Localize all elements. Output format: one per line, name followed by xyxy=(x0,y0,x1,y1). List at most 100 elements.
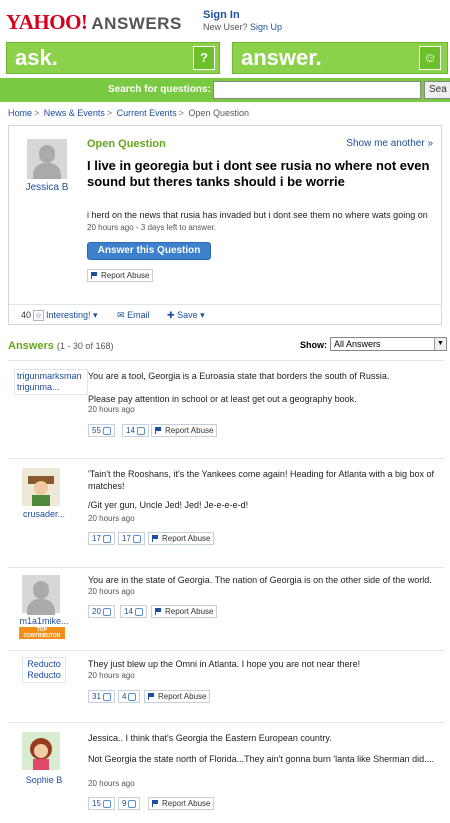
answer-time: 20 hours ago xyxy=(88,514,135,523)
user-avatar[interactable] xyxy=(22,732,60,770)
flag-icon xyxy=(155,608,162,615)
user-avatar[interactable] xyxy=(22,575,60,615)
answer-text: 'Tain't the Rooshans, it's the Yankees c… xyxy=(88,469,435,491)
question-toolbar: 40 ☆ Interesting! ▾ ✉ Email ✚ Save ▾ xyxy=(9,304,441,324)
answer-panel[interactable]: answer. ☺ xyxy=(232,42,448,74)
thumbs-down-button[interactable]: 4 xyxy=(118,690,141,703)
breadcrumb-current: Open Question xyxy=(188,108,249,118)
search-input[interactable] xyxy=(213,81,421,99)
answers-header: Answers (1 - 30 of 168) xyxy=(8,340,113,352)
answer-text: Please pay attention in school or at lea… xyxy=(88,394,357,404)
thumbs-up-button[interactable]: 17 xyxy=(88,532,115,545)
thumbs-up-icon xyxy=(102,534,111,543)
flag-icon xyxy=(91,272,98,279)
interesting-count: 40 xyxy=(21,310,32,320)
answer-item: crusader... 'Tain't the Rooshans, it's t… xyxy=(8,458,444,566)
flag-icon xyxy=(155,427,162,434)
thumbs-down-button[interactable]: 14 xyxy=(122,424,149,437)
thumbs-up-icon xyxy=(102,692,111,701)
question-box: Jessica B Open Question Show me another … xyxy=(8,125,442,325)
report-abuse-button[interactable]: Report Abuse xyxy=(148,532,215,545)
thumbs-down-button[interactable]: 14 xyxy=(120,605,147,618)
interesting-button[interactable]: 40 ☆ Interesting! ▾ xyxy=(21,310,98,322)
question-mark-icon: ? xyxy=(193,46,215,70)
thumbs-down-icon xyxy=(134,607,143,616)
thumbs-down-button[interactable]: 17 xyxy=(118,532,145,545)
asker-name[interactable]: Jessica B xyxy=(13,182,81,193)
breadcrumb-news-events[interactable]: News & Events xyxy=(44,108,105,118)
yahoo-answers-logo[interactable]: YAHOO! ANSWERS xyxy=(6,10,182,35)
question-status: Open Question xyxy=(87,138,166,150)
thumbs-up-button[interactable]: 15 xyxy=(88,797,115,810)
thumbs-down-button[interactable]: 9 xyxy=(118,797,141,810)
user-avatar[interactable] xyxy=(22,468,60,506)
thumbs-up-button[interactable]: 20 xyxy=(88,605,115,618)
search-button[interactable]: Sea xyxy=(424,81,450,99)
answers-title: Answers xyxy=(8,340,54,352)
answer-item: m1a1mike... TOP CONTRIBUTOR You are in t… xyxy=(8,567,444,649)
answer-user-name[interactable]: crusader... xyxy=(8,509,80,519)
ask-panel[interactable]: ask. ? xyxy=(6,42,220,74)
answer-text: Not Georgia the state north of Florida..… xyxy=(88,754,435,764)
answer-text: You are a tool, Georgia is a Euroasia st… xyxy=(88,371,390,381)
report-abuse-button[interactable]: Report Abuse xyxy=(151,605,218,618)
thumbs-up-icon xyxy=(102,426,111,435)
question-body: i herd on the news that rusia has invade… xyxy=(87,210,428,220)
sophie-avatar-icon xyxy=(22,732,60,770)
report-abuse-button[interactable]: Report Abuse xyxy=(151,424,218,437)
sign-in-link[interactable]: Sign In xyxy=(203,9,240,21)
answer-question-button[interactable]: Answer this Question xyxy=(87,242,211,260)
thumbs-up-button[interactable]: 31 xyxy=(88,690,115,703)
email-button[interactable]: ✉ Email xyxy=(117,310,150,321)
show-label: Show: xyxy=(300,340,327,350)
thumbs-down-icon xyxy=(128,692,137,701)
ask-label: ask. xyxy=(15,45,58,70)
asker-avatar[interactable] xyxy=(27,139,67,179)
flag-icon xyxy=(148,693,155,700)
breadcrumb-home[interactable]: Home xyxy=(8,108,32,118)
show-filter-select[interactable]: All Answers ▼ xyxy=(330,337,447,351)
breadcrumb-current-events[interactable]: Current Events xyxy=(117,108,177,118)
save-button[interactable]: ✚ Save ▾ xyxy=(167,310,205,321)
answer-item: Sophie B Jessica.. I think that's Georgi… xyxy=(8,722,444,823)
report-abuse-button[interactable]: Report Abuse xyxy=(144,690,211,703)
answers-range: (1 - 30 of 168) xyxy=(56,341,114,351)
thumbs-down-icon xyxy=(132,534,141,543)
top-contributor-badge: TOP CONTRIBUTOR xyxy=(19,627,65,639)
report-abuse-button[interactable]: Report Abuse xyxy=(148,797,215,810)
thumbs-up-button[interactable]: 55 xyxy=(88,424,115,437)
answer-text: You are in the state of Georgia. The nat… xyxy=(88,575,432,585)
envelope-icon: ✉ xyxy=(117,310,125,320)
answer-text: /Git yer gun, Uncle Jed! Jed! Je-e-e-e-d… xyxy=(88,500,249,510)
answer-user-box[interactable]: trigunmarksman trigunma... xyxy=(14,369,88,395)
answer-item: Reducto Reducto They just blew up the Omn… xyxy=(8,650,444,720)
answer-time: 20 hours ago xyxy=(88,587,135,596)
ask-answer-bar: ask. ? answer. ☺ xyxy=(0,40,450,76)
site-header: YAHOO! ANSWERS Sign In New User? Sign Up xyxy=(0,0,450,40)
question-title: I live in georegia but i dont see rusia … xyxy=(87,158,430,189)
answer-user-name[interactable]: m1a1mike... xyxy=(8,616,80,626)
answer-user-name[interactable]: Sophie B xyxy=(8,775,80,785)
crusader-avatar-icon xyxy=(22,468,60,506)
chevron-down-icon: ▼ xyxy=(434,338,446,350)
new-user-text: New User? Sign Up xyxy=(203,22,283,32)
answer-user-box[interactable]: Reducto Reducto xyxy=(22,657,66,683)
answer-time: 20 hours ago xyxy=(88,671,135,680)
plus-icon: ✚ xyxy=(167,310,175,320)
thumbs-down-icon xyxy=(136,426,145,435)
show-another-link[interactable]: Show me another » xyxy=(346,138,433,149)
star-icon: ☆ xyxy=(33,310,45,322)
thumbs-up-icon xyxy=(102,607,111,616)
answer-time: 20 hours ago xyxy=(88,405,135,414)
search-label: Search for questions: xyxy=(108,84,211,95)
thumbs-up-icon xyxy=(102,799,111,808)
thumbs-down-icon xyxy=(128,799,137,808)
sign-up-link[interactable]: Sign Up xyxy=(250,22,282,32)
answer-label: answer. xyxy=(241,45,322,70)
answer-time: 20 hours ago xyxy=(88,779,135,788)
question-meta: 20 hours ago - 3 days left to answer. xyxy=(87,223,216,232)
answer-item: trigunmarksman trigunma... You are a tool… xyxy=(8,360,444,456)
answer-text: They just blew up the Omni in Atlanta. I… xyxy=(88,659,361,669)
report-abuse-button[interactable]: Report Abuse xyxy=(87,269,154,282)
flag-icon xyxy=(152,535,159,542)
